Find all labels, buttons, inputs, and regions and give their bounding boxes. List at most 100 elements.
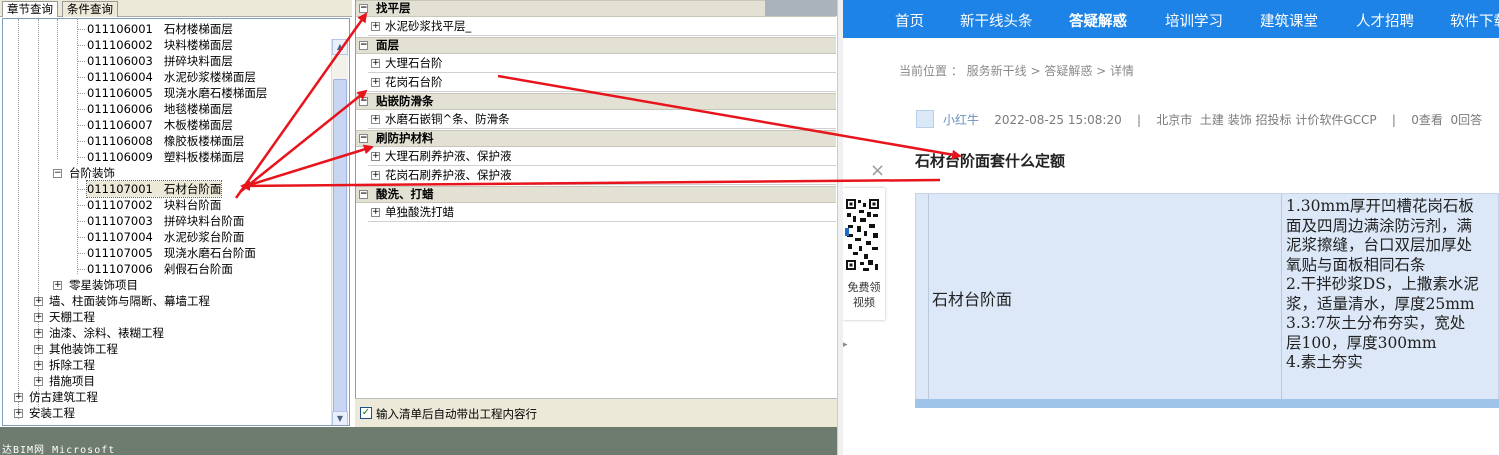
breadcrumb: 当前位置 ： 服务新干线 > 答疑解惑 > 详情 [899,64,1134,78]
nav-home[interactable]: 首页 [895,10,924,31]
scroll-down-button[interactable]: ▼ [332,411,348,425]
category-header[interactable]: − 刷防护材料 [356,130,836,147]
collapse-toggle-icon[interactable]: − [359,4,368,13]
collapse-toggle-icon[interactable]: − [359,97,368,106]
nav-software-download[interactable]: 软件下载 [1450,10,1499,31]
tree-guide [77,157,85,158]
qr-code-icon [845,198,880,273]
tree-leaf[interactable]: 011106007 木板楼梯面层 [87,117,233,133]
tree-root[interactable]: 仿古建筑工程 [29,389,98,405]
tree-leaf[interactable]: 011107002 块料台阶面 [87,197,221,213]
expand-toggle-icon[interactable]: + [34,361,43,370]
tree-leaf[interactable]: 011106001 石材楼梯面层 [87,21,233,37]
location-tags: 北京市 土建 装饰 招投标 计价软件GCCP [1156,113,1377,127]
user-name[interactable]: 小红牛 [943,113,979,127]
nav-qa[interactable]: 答疑解惑 [1069,10,1127,31]
expand-toggle-icon[interactable]: + [371,115,380,124]
scroll-up-button[interactable]: ▲ [332,39,348,55]
content-row[interactable]: + 花岗石台阶 [368,74,836,92]
tab-chapter-query[interactable]: 章节查询 [2,1,58,17]
tree-section[interactable]: 拆除工程 [49,357,95,373]
tree-section[interactable]: 墙、柱面装饰与隔断、幕墙工程 [49,293,210,309]
content-row[interactable]: + 单独酸洗打蜡 [368,204,836,222]
expand-toggle-icon[interactable]: + [371,152,380,161]
tree-leaf[interactable]: 011107003 拼碎块料台阶面 [87,213,244,229]
tree-section[interactable]: 其他装饰工程 [49,341,118,357]
collapse-toggle-icon[interactable]: − [359,190,368,199]
collapse-toggle-icon[interactable]: − [359,134,368,143]
qr-caption: 免费领 视频 [847,281,881,309]
collapse-toggle-icon[interactable]: − [53,169,62,178]
tree-guide [77,109,85,110]
expand-toggle-icon[interactable]: + [371,59,380,68]
answer-count: 0回答 [1450,113,1483,127]
chapter-tree: 011106001 石材楼梯面层 011106002 块料楼梯面层 011106… [2,18,350,426]
tree-section[interactable]: 措施项目 [49,373,95,389]
close-icon[interactable]: × [870,160,885,181]
expand-toggle-icon[interactable]: + [371,78,380,87]
nav-training[interactable]: 培训学习 [1165,10,1223,31]
category-header[interactable]: − 酸洗、打蜡 [356,186,836,203]
expand-toggle-icon[interactable]: + [34,297,43,306]
auto-content-checkbox[interactable]: ✓ [360,407,372,419]
tree-guide [77,125,85,126]
expand-toggle-icon[interactable]: + [371,208,380,217]
expand-toggle-icon[interactable]: + [371,22,380,31]
content-row[interactable]: + 大理石刷养护液、保护液 [368,148,836,166]
nav-classroom[interactable]: 建筑课堂 [1260,10,1318,31]
nav-jobs[interactable]: 人才招聘 [1356,10,1414,31]
query-tabs: 章节查询 条件查询 [0,0,352,17]
desktop-strip: 达BIM网 Microsoft [0,427,837,455]
tree-section[interactable]: 油漆、涂料、裱糊工程 [49,325,164,341]
expand-toggle-icon[interactable]: + [371,171,380,180]
panel-header-gray [765,0,837,16]
tree-leaf[interactable]: 011107001 石材台阶面 [85,180,223,198]
nav-headlines[interactable]: 新干线头条 [960,10,1033,31]
expand-toggle-icon[interactable]: + [14,409,23,418]
question-title: 石材台阶面套什么定额 [915,152,1066,170]
auto-content-label: 输入清单后自动带出工程内容行 [376,407,537,421]
expand-toggle-icon[interactable]: + [34,329,43,338]
tree-leaf[interactable]: 011106003 拼碎块料面层 [87,53,233,69]
qr-popup[interactable]: 免费领 视频 [843,188,885,320]
category-header[interactable]: − 面层 [356,37,836,54]
tree-group-steps[interactable]: 台阶装饰 [69,165,115,181]
collapse-arrow-icon[interactable]: ▸ [843,340,848,350]
tree-guide [77,179,78,274]
tree-guide [57,19,58,159]
category-header[interactable]: − 找平层 [356,0,836,17]
top-nav: 首页 新干线头条 答疑解惑 培训学习 建筑课堂 人才招聘 软件下载 [843,0,1499,38]
tree-scrollbar[interactable]: ▲ ▼ [331,39,348,425]
tree-leaf[interactable]: 011106006 地毯楼梯面层 [87,101,233,117]
category-header[interactable]: − 贴嵌防滑条 [356,93,836,110]
tree-leaf[interactable]: 011106009 塑料板楼梯面层 [87,149,244,165]
content-row[interactable]: + 大理石台阶 [368,55,836,73]
tree-leaf[interactable]: 011106004 水泥砂浆楼梯面层 [87,69,256,85]
tree-leaf[interactable]: 011106002 块料楼梯面层 [87,37,233,53]
tree-root[interactable]: 安装工程 [29,405,75,421]
tree-leaf[interactable]: 011107006 剁假石台阶面 [87,261,233,277]
expand-toggle-icon[interactable]: + [34,377,43,386]
tree-leaf[interactable]: 011106005 现浇水磨石楼梯面层 [87,85,267,101]
tree-guide [77,189,85,190]
expand-toggle-icon[interactable]: + [53,281,62,290]
tab-condition-query[interactable]: 条件查询 [62,1,118,17]
content-row[interactable]: + 水泥砂浆找平层_ [368,18,836,36]
tree-guide [77,237,85,238]
tree-leaf[interactable]: 011107004 水泥砂浆台阶面 [87,229,244,245]
expand-toggle-icon[interactable]: + [34,345,43,354]
table-cell-content: 1.30mm厚开凹槽花岗石板 面及四周边满涂防污剂，满 泥浆擦缝，台口双层加厚处… [1286,197,1479,371]
expand-toggle-icon[interactable]: + [14,393,23,402]
question-meta: 小红牛 2022-08-25 15:08:20 | 北京市 土建 装饰 招投标 … [943,113,1483,127]
content-row[interactable]: + 花岗石刷养护液、保护液 [368,167,836,185]
tree-leaf[interactable]: 011107005 现浇水磨石台阶面 [87,245,256,261]
tree-guide [77,61,85,62]
content-row[interactable]: + 水磨石嵌铜^条、防滑条 [368,111,836,129]
tree-leaf[interactable]: 011106008 橡胶板楼梯面层 [87,133,244,149]
tree-section[interactable]: 天棚工程 [49,309,95,325]
expand-toggle-icon[interactable]: + [34,313,43,322]
collapse-toggle-icon[interactable]: − [359,41,368,50]
quota-table: 石材台阶面 1.30mm厚开凹槽花岗石板 面及四周边满涂防污剂，满 泥浆擦缝，台… [915,193,1499,403]
scroll-thumb[interactable] [333,79,347,419]
tree-group-misc[interactable]: 零星装饰项目 [69,277,138,293]
